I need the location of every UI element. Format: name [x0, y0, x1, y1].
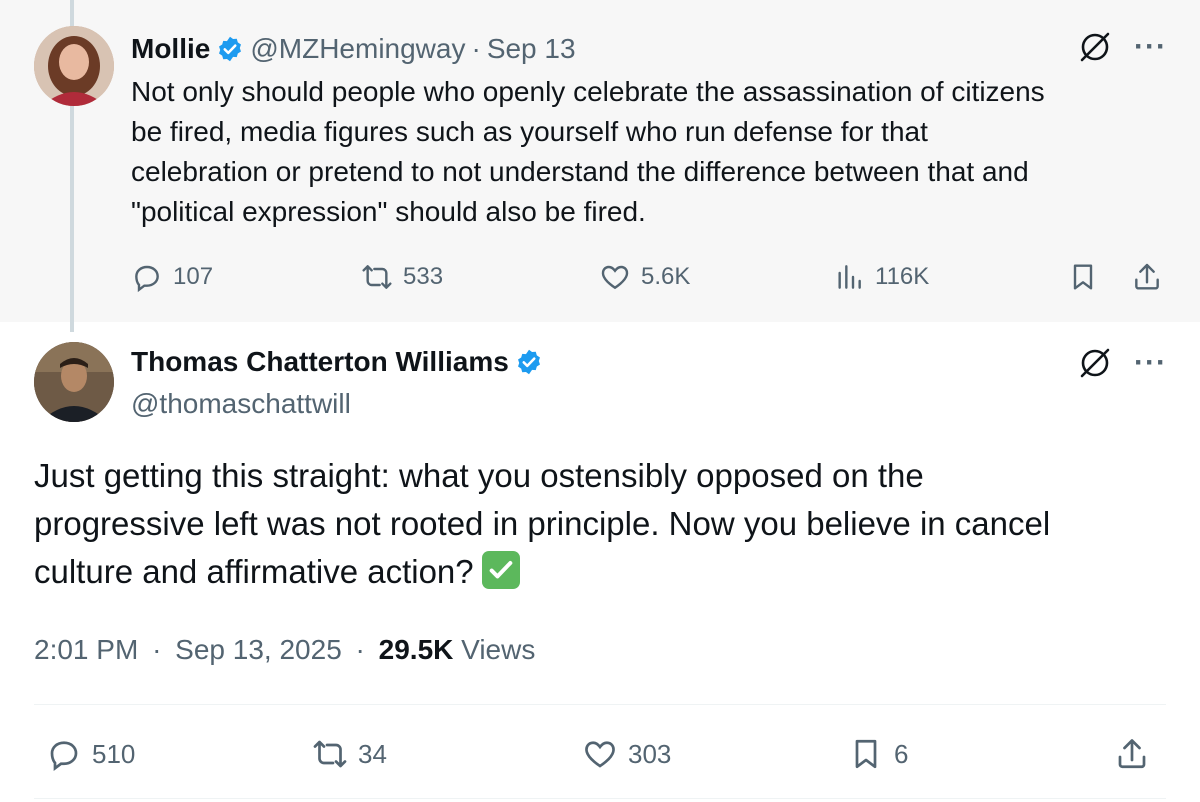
- text-line: Not only should people who openly celebr…: [131, 76, 1045, 107]
- bookmark-button[interactable]: 6: [848, 730, 908, 778]
- text-line: "political expression" should also be fi…: [131, 196, 646, 227]
- parent-top-icons: ···: [1078, 30, 1167, 64]
- main-action-bar: 510 34 303 6: [34, 730, 1166, 778]
- share-icon: [1118, 739, 1146, 769]
- share-button[interactable]: [1131, 255, 1173, 299]
- divider: [34, 704, 1166, 705]
- like-button[interactable]: 5.6K: [599, 255, 690, 299]
- more-icon[interactable]: ···: [1134, 32, 1167, 62]
- repost-button[interactable]: 34: [312, 730, 387, 778]
- share-button[interactable]: [1114, 730, 1160, 778]
- like-count: 303: [628, 738, 672, 769]
- like-count: 5.6K: [641, 263, 691, 290]
- timestamp-row: 2:01 PM · Sep 13, 2025 · 29.5K Views: [34, 628, 535, 672]
- text-line: progressive left was not rooted in princ…: [34, 505, 1051, 542]
- like-button[interactable]: 303: [582, 730, 671, 778]
- grok-icon[interactable]: [1078, 346, 1112, 380]
- text-line: culture and affirmative action?: [34, 553, 474, 590]
- text-line-last: culture and affirmative action?: [34, 548, 1164, 596]
- text-line: Just getting this straight: what you ost…: [34, 457, 924, 494]
- main-handle[interactable]: @thomaschattwill: [131, 384, 351, 424]
- check-mark-emoji-icon: [481, 551, 520, 589]
- views-icon: [838, 265, 861, 289]
- more-icon[interactable]: ···: [1134, 348, 1167, 378]
- parent-avatar[interactable]: [34, 26, 114, 106]
- text-line: celebration or pretend to not understand…: [131, 156, 1029, 187]
- main-avatar[interactable]: [34, 342, 114, 422]
- repost-count: 533: [403, 263, 444, 290]
- repost-icon: [313, 740, 347, 768]
- repost-count: 34: [358, 738, 387, 769]
- post-time[interactable]: 2:01 PM: [34, 634, 138, 665]
- verified-badge-icon: [219, 36, 242, 62]
- parent-action-bar: 107 533 5.6K 116K: [131, 255, 1171, 299]
- divider: [34, 798, 1166, 799]
- parent-handle[interactable]: @MZHemingway: [250, 33, 465, 65]
- grok-icon[interactable]: [1078, 30, 1112, 64]
- separator-dot: ·: [355, 634, 365, 665]
- reply-button[interactable]: 510: [46, 730, 135, 778]
- separator-dot: ·: [471, 33, 481, 64]
- share-icon: [1135, 263, 1159, 290]
- main-avatar-image: [34, 342, 114, 422]
- main-author-row: Thomas Chatterton Williams: [131, 342, 549, 382]
- repost-icon: [362, 265, 392, 289]
- separator-dot: ·: [152, 634, 162, 665]
- text-line: be fired, media figures such as yourself…: [131, 116, 928, 147]
- reply-count: 107: [173, 263, 214, 290]
- main-tweet-text: Just getting this straight: what you ost…: [34, 452, 1164, 596]
- parent-header: Mollie @MZHemingway · Sep 13: [131, 29, 576, 69]
- reply-button[interactable]: 107: [131, 255, 213, 299]
- bookmark-count: 6: [894, 738, 909, 769]
- repost-button[interactable]: 533: [361, 255, 443, 299]
- views-button[interactable]: 116K: [833, 255, 929, 299]
- like-icon: [601, 265, 629, 290]
- main-top-icons: ···: [1078, 346, 1167, 380]
- parent-avatar-image: [34, 26, 114, 106]
- views-count: 29.5K: [378, 634, 454, 665]
- like-icon: [585, 741, 615, 768]
- verified-badge-icon: [517, 349, 540, 375]
- post-date[interactable]: Sep 13, 2025: [175, 634, 342, 665]
- bookmark-icon: [1073, 264, 1093, 290]
- parent-date[interactable]: Sep 13: [487, 33, 576, 65]
- bookmark-button[interactable]: [1067, 255, 1109, 299]
- reply-icon: [50, 741, 78, 771]
- bookmark-icon: [855, 739, 877, 769]
- parent-tweet-text: Not only should people who openly celebr…: [131, 72, 1161, 232]
- parent-author-name[interactable]: Mollie: [131, 33, 210, 65]
- main-author-name[interactable]: Thomas Chatterton Williams: [131, 346, 509, 378]
- views-count: 116K: [875, 263, 930, 290]
- reply-icon: [135, 265, 159, 293]
- reply-count: 510: [92, 738, 136, 769]
- views-label: Views: [461, 634, 536, 665]
